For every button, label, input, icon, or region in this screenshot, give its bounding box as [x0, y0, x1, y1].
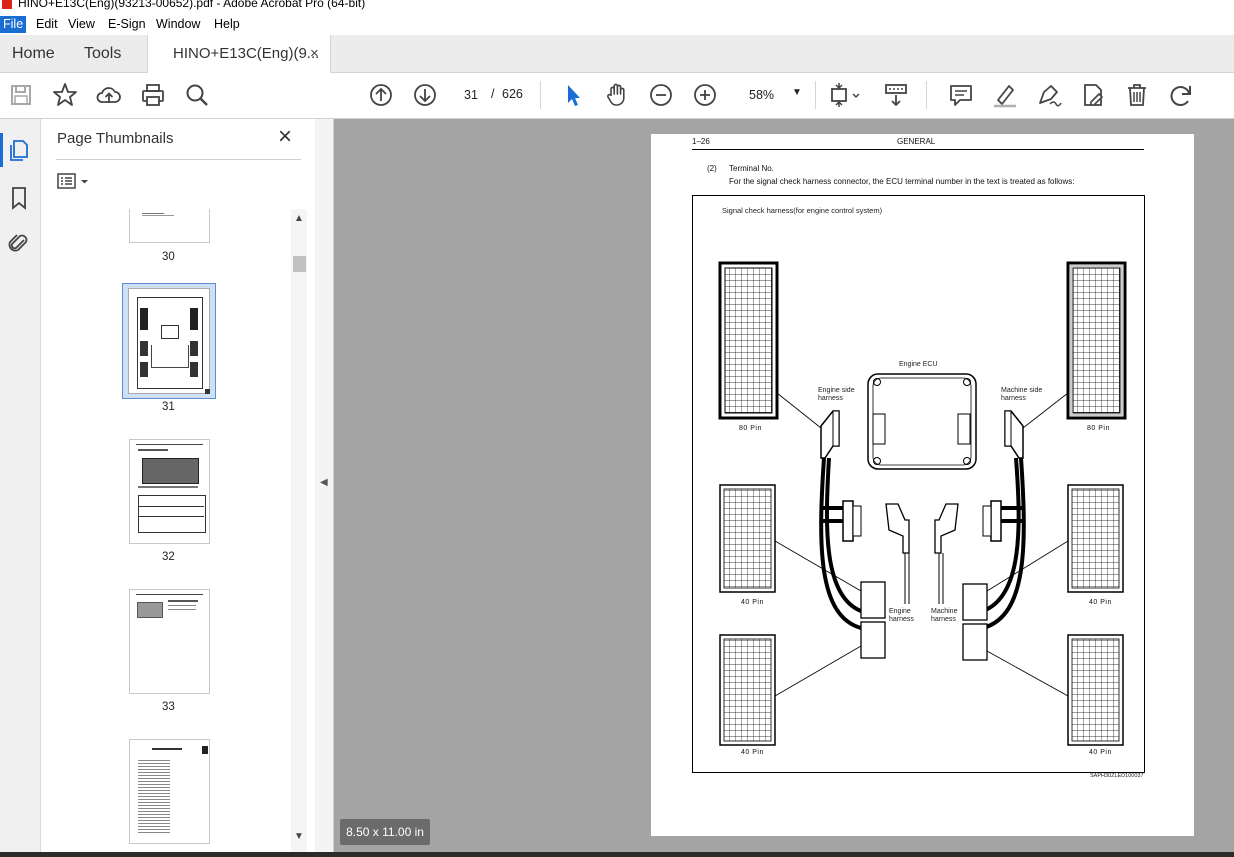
item-text: For the signal check harness connector, …: [729, 177, 1075, 186]
thumbnail-options-button[interactable]: [57, 171, 97, 193]
zoom-in-icon[interactable]: [691, 81, 719, 109]
figure-frame: Signal check harness(for engine control …: [692, 195, 1145, 773]
panel-close-icon[interactable]: ×: [278, 123, 292, 151]
zoom-out-icon[interactable]: [647, 81, 675, 109]
scroll-up-icon[interactable]: ▲: [294, 213, 304, 224]
item-number: (2): [707, 164, 717, 173]
rotate-icon[interactable]: [1167, 81, 1195, 109]
menu-window[interactable]: Window: [153, 16, 203, 33]
thumbnail-label: 32: [162, 551, 175, 563]
page-header-title: GENERAL: [897, 137, 936, 146]
panel-title: Page Thumbnails: [57, 130, 174, 147]
menu-file[interactable]: File: [0, 16, 27, 33]
machine-harness-label: Machine harness: [931, 608, 958, 623]
comment-icon[interactable]: [947, 81, 975, 109]
tab-tools[interactable]: Tools: [84, 35, 121, 72]
page-separator: /: [491, 87, 495, 101]
page-number-input[interactable]: 31: [455, 83, 487, 107]
scroll-mode-icon[interactable]: [882, 81, 910, 109]
menu-esign[interactable]: E-Sign: [105, 16, 149, 33]
acrobat-app-icon: [2, 0, 12, 9]
pages-icon[interactable]: [6, 137, 32, 163]
edit-pdf-icon[interactable]: [1079, 81, 1107, 109]
page-fit-icon[interactable]: [827, 81, 863, 109]
menu-edit[interactable]: Edit: [33, 16, 61, 33]
hand-icon[interactable]: [603, 81, 631, 109]
thumbnail-page-31[interactable]: [122, 283, 216, 399]
figure-code: SAPH30ZLED100037: [1090, 773, 1144, 779]
window-title: HINO+E13C(Eng)(93213-00652).pdf - Adobe …: [18, 0, 366, 10]
machine-side-harness-label: Machine side harness: [1001, 387, 1043, 402]
menu-help[interactable]: Help: [211, 16, 243, 33]
thumbnail-page-33[interactable]: [129, 589, 210, 694]
tab-document-label: HINO+E13C(Eng)(9...: [173, 45, 320, 62]
page-up-icon[interactable]: [367, 81, 395, 109]
highlight-icon[interactable]: [991, 81, 1019, 109]
attachment-icon[interactable]: [6, 231, 32, 257]
delete-icon[interactable]: [1123, 81, 1151, 109]
thumbnails-panel: Page Thumbnails × 30 31 32 33 ▲ ▼: [41, 119, 316, 857]
cloud-upload-icon[interactable]: [95, 81, 123, 109]
save-icon[interactable]: [7, 81, 35, 109]
header-rule: [692, 149, 1144, 150]
pin-label: 40 Pin: [741, 749, 764, 756]
pin-label: 40 Pin: [1089, 599, 1112, 606]
menu-bar: File Edit View E-Sign Window Help: [0, 14, 1234, 35]
page-header-number: 1–26: [692, 137, 710, 146]
taskbar-edge: [0, 852, 1234, 857]
page-size-indicator: 8.50 x 11.00 in: [340, 819, 430, 845]
pin-label: 80 Pin: [739, 425, 762, 432]
scroll-down-icon[interactable]: ▼: [294, 831, 304, 842]
thumbnail-page-34[interactable]: [129, 739, 210, 844]
pin-label: 40 Pin: [1089, 749, 1112, 756]
main-toolbar: 31 / 626 58% ▼: [0, 73, 1234, 119]
toolbar-separator: [815, 81, 816, 109]
zoom-select[interactable]: 58% ▼: [738, 83, 806, 107]
sign-icon[interactable]: [1035, 81, 1063, 109]
print-icon[interactable]: [139, 81, 167, 109]
total-pages: 626: [502, 87, 523, 101]
thumbnail-label: 33: [162, 701, 175, 713]
star-icon[interactable]: [51, 81, 79, 109]
panel-scrollbar[interactable]: ▲ ▼: [291, 209, 307, 857]
collapse-arrow-icon[interactable]: ◀: [320, 477, 328, 488]
pin-label: 40 Pin: [741, 599, 764, 606]
tab-close-icon[interactable]: ×: [310, 35, 319, 72]
toolbar-separator: [540, 81, 541, 109]
thumbnail-page-32[interactable]: [129, 439, 210, 544]
navigation-rail: [0, 119, 41, 857]
pdf-page: 1–26 GENERAL (2) Terminal No. For the si…: [651, 134, 1194, 836]
search-icon[interactable]: [183, 81, 211, 109]
thumbnail-list: 30 31 32 33: [41, 209, 293, 857]
engine-side-harness-label: Engine side harness: [818, 387, 855, 402]
toolbar-separator: [926, 81, 927, 109]
thumbnail-label: 31: [162, 401, 175, 413]
tab-bar: Home Tools HINO+E13C(Eng)(9... ×: [0, 35, 1234, 73]
tab-document[interactable]: HINO+E13C(Eng)(9... ×: [147, 35, 331, 73]
thumbnail-label: 30: [162, 251, 175, 263]
scrollbar-thumb[interactable]: [293, 256, 306, 272]
ecu-label: Engine ECU: [899, 361, 938, 368]
menu-view[interactable]: View: [65, 16, 98, 33]
thumbnail-page-30[interactable]: [129, 209, 210, 243]
rail-active-indicator: [0, 133, 3, 167]
select-arrow-icon[interactable]: [559, 81, 587, 109]
page-down-icon[interactable]: [411, 81, 439, 109]
tab-home[interactable]: Home: [12, 35, 55, 72]
engine-harness-label: Engine harness: [889, 608, 914, 623]
zoom-value: 58%: [749, 88, 775, 102]
chevron-down-icon: ▼: [792, 87, 802, 98]
panel-divider: [56, 159, 301, 160]
pin-label: 80 Pin: [1087, 425, 1110, 432]
harness-diagram: [718, 261, 1127, 746]
panel-collapse-strip[interactable]: ◀: [315, 119, 334, 857]
item-title: Terminal No.: [729, 164, 774, 173]
bookmark-icon[interactable]: [6, 185, 32, 211]
title-bar: HINO+E13C(Eng)(93213-00652).pdf - Adobe …: [0, 0, 1234, 14]
